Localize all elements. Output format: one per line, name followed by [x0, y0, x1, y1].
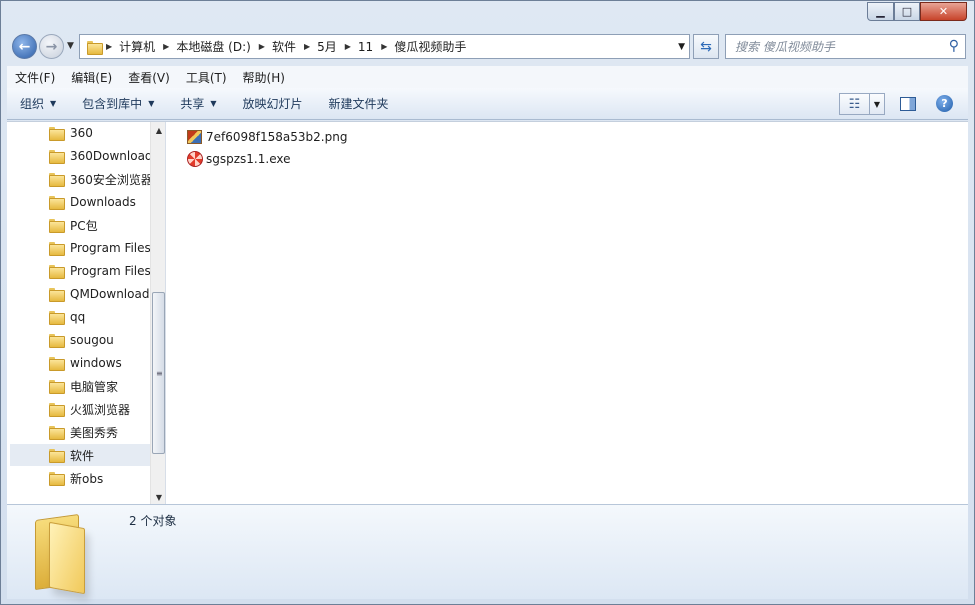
- scroll-down-icon[interactable]: ▼: [151, 489, 165, 505]
- tree-item[interactable]: 美图秀秀: [10, 421, 150, 443]
- slideshow-button[interactable]: 放映幻灯片: [230, 95, 316, 112]
- chevron-down-icon: ▼: [148, 99, 155, 108]
- share-button[interactable]: 共享 ▼: [167, 95, 229, 112]
- folder-icon: [48, 241, 65, 256]
- tree-item[interactable]: qq: [10, 306, 150, 328]
- folder-icon: [48, 402, 65, 417]
- search-icon[interactable]: ⚲: [949, 38, 959, 54]
- maximize-button[interactable]: □: [894, 2, 920, 21]
- folder-icon: [48, 310, 65, 325]
- breadcrumb-arrow-icon[interactable]: ▶: [345, 42, 351, 51]
- breadcrumb-arrow-icon[interactable]: ▶: [163, 42, 169, 51]
- tree-item[interactable]: 360Download: [10, 145, 150, 167]
- file-name: sgspzs1.1.exe: [206, 152, 291, 166]
- folder-icon: [48, 264, 65, 279]
- scroll-up-icon[interactable]: ▲: [151, 122, 165, 138]
- folder-icon: [48, 126, 65, 141]
- folder-icon: [48, 172, 65, 187]
- file-name: 7ef6098f158a53b2.png: [206, 130, 348, 144]
- folder-icon: [48, 448, 65, 463]
- breadcrumb-arrow-icon[interactable]: ▶: [304, 42, 310, 51]
- folder-icon: [48, 218, 65, 233]
- folder-icon: [48, 379, 65, 394]
- folder-icon: [86, 40, 103, 55]
- menu-bar: 文件(F) 编辑(E) 查看(V) 工具(T) 帮助(H): [7, 66, 968, 88]
- new-folder-button[interactable]: 新建文件夹: [316, 95, 402, 112]
- address-dropdown-icon[interactable]: ▼: [678, 42, 685, 52]
- close-button[interactable]: ✕: [920, 2, 967, 21]
- chevron-down-icon: ▼: [50, 99, 57, 108]
- folder-icon: [48, 471, 65, 486]
- navigation-pane: 360 360Download 360安全浏览器 Downloads PC包 P…: [7, 122, 166, 505]
- title-bar: ▁ □ ✕: [1, 1, 974, 31]
- breadcrumb-item[interactable]: 软件: [272, 38, 296, 55]
- navigation-row: ← → ▼ ▶ 计算机 ▶ 本地磁盘 (D:) ▶ 软件 ▶ 5月 ▶ 11 ▶…: [1, 31, 974, 63]
- breadcrumb-item[interactable]: 计算机: [119, 38, 155, 55]
- folder-icon: [48, 425, 65, 440]
- details-pane: 2 个对象: [7, 504, 968, 599]
- tree-item-selected[interactable]: 软件: [10, 444, 150, 466]
- tree-item[interactable]: 新obs: [10, 467, 150, 489]
- folder-icon: [48, 356, 65, 371]
- tree-item[interactable]: Downloads: [10, 191, 150, 213]
- search-box[interactable]: 搜索 傻瓜视频助手 ⚲: [725, 34, 966, 59]
- folder-icon: [48, 195, 65, 210]
- search-placeholder: 搜索 傻瓜视频助手: [735, 40, 835, 54]
- tree-item[interactable]: 电脑管家: [10, 375, 150, 397]
- tree-item[interactable]: sougou: [10, 329, 150, 351]
- breadcrumb-arrow-icon[interactable]: ▶: [106, 42, 112, 51]
- tree-item[interactable]: Program Files: [10, 260, 150, 282]
- chevron-down-icon: ▼: [210, 99, 217, 108]
- view-details-icon[interactable]: ☷: [840, 94, 870, 114]
- file-list[interactable]: 7ef6098f158a53b2.png sgspzs1.1.exe: [167, 122, 967, 505]
- menu-help[interactable]: 帮助(H): [235, 69, 293, 86]
- breadcrumb-item[interactable]: 本地磁盘 (D:): [176, 38, 250, 55]
- file-item[interactable]: 7ef6098f158a53b2.png: [187, 127, 347, 147]
- grip-icon: ≡: [156, 369, 163, 378]
- tree-item[interactable]: QMDownload: [10, 283, 150, 305]
- back-button[interactable]: ←: [12, 34, 37, 59]
- explorer-window: ▁ □ ✕ ← → ▼ ▶ 计算机 ▶ 本地磁盘 (D:) ▶ 软件 ▶ 5月 …: [0, 0, 975, 605]
- scroll-thumb[interactable]: ≡: [152, 292, 165, 454]
- breadcrumb-item[interactable]: 11: [358, 40, 373, 54]
- tree-scrollbar[interactable]: ▲ ≡ ▼: [150, 122, 165, 505]
- breadcrumb-arrow-icon[interactable]: ▶: [259, 42, 265, 51]
- large-folder-icon: [31, 511, 111, 595]
- command-bar: 组织 ▼ 包含到库中 ▼ 共享 ▼ 放映幻灯片 新建文件夹 ☷ ▼ ?: [7, 88, 968, 120]
- view-options-button[interactable]: ☷ ▼: [839, 93, 885, 115]
- tree-item[interactable]: 火狐浏览器: [10, 398, 150, 420]
- refresh-icon: ⇆: [700, 38, 712, 55]
- view-dropdown-icon[interactable]: ▼: [870, 94, 884, 114]
- exe-file-icon: [187, 151, 203, 167]
- breadcrumb-item[interactable]: 5月: [317, 38, 337, 55]
- preview-pane-icon[interactable]: [900, 97, 916, 111]
- refresh-button[interactable]: ⇆: [693, 34, 719, 59]
- include-in-library-button[interactable]: 包含到库中 ▼: [69, 95, 167, 112]
- tree-item[interactable]: 360: [10, 122, 150, 144]
- tree-item[interactable]: Program Files: [10, 237, 150, 259]
- content-area: 360 360Download 360安全浏览器 Downloads PC包 P…: [7, 121, 968, 505]
- folder-icon: [48, 287, 65, 302]
- menu-edit[interactable]: 编辑(E): [63, 69, 120, 86]
- menu-tools[interactable]: 工具(T): [178, 69, 235, 86]
- tree-item[interactable]: windows: [10, 352, 150, 374]
- recent-pages-dropdown[interactable]: ▼: [67, 41, 74, 51]
- folder-icon: [48, 333, 65, 348]
- menu-file[interactable]: 文件(F): [7, 69, 63, 86]
- minimize-button[interactable]: ▁: [867, 2, 894, 21]
- item-count: 2 个对象: [129, 514, 177, 528]
- help-icon[interactable]: ?: [936, 95, 953, 112]
- forward-button[interactable]: →: [39, 34, 64, 59]
- organize-button[interactable]: 组织 ▼: [7, 95, 69, 112]
- folder-icon: [48, 149, 65, 164]
- tree-item[interactable]: PC包: [10, 214, 150, 236]
- tree-item[interactable]: 360安全浏览器: [10, 168, 150, 190]
- address-bar[interactable]: ▶ 计算机 ▶ 本地磁盘 (D:) ▶ 软件 ▶ 5月 ▶ 11 ▶ 傻瓜视频助…: [79, 34, 690, 59]
- breadcrumb-item[interactable]: 傻瓜视频助手: [394, 38, 466, 55]
- breadcrumb-arrow-icon[interactable]: ▶: [381, 42, 387, 51]
- folder-front-shape: [49, 521, 85, 595]
- file-item[interactable]: sgspzs1.1.exe: [187, 149, 290, 169]
- png-file-icon: [187, 130, 202, 144]
- menu-view[interactable]: 查看(V): [120, 69, 178, 86]
